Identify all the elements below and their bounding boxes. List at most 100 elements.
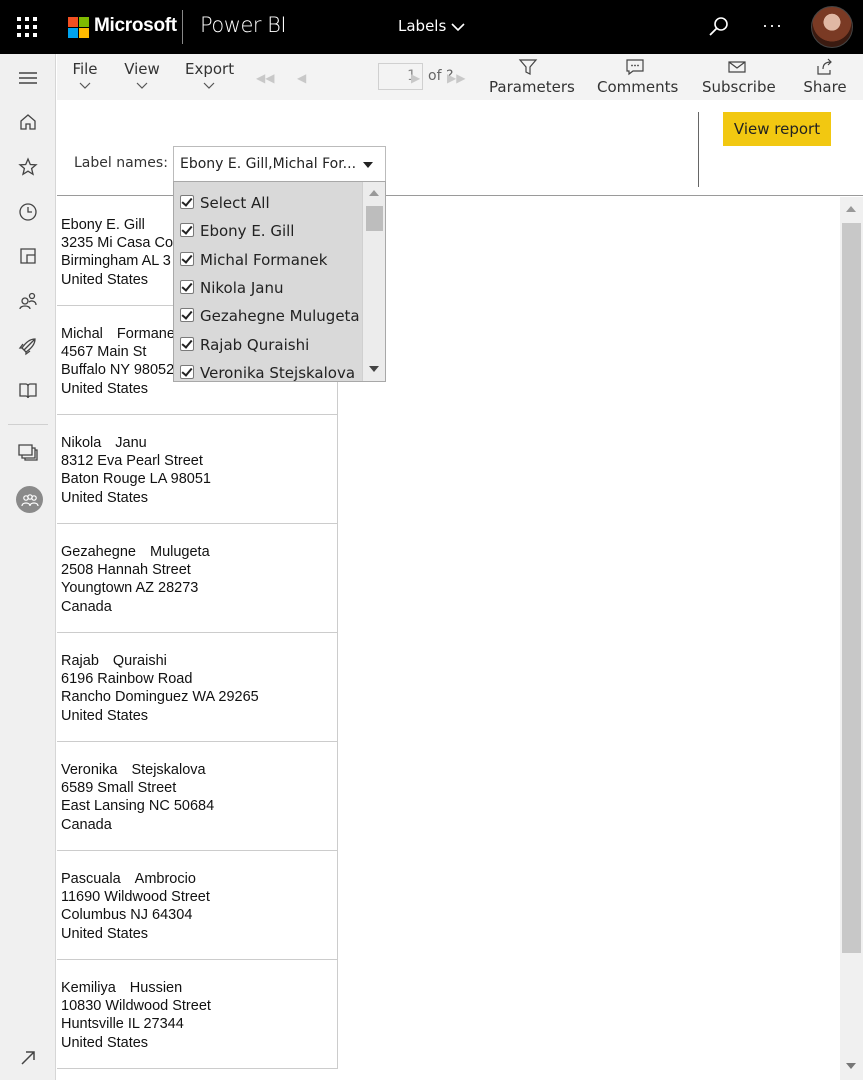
export-menu[interactable]: Export: [185, 60, 234, 90]
shared-icon[interactable]: [16, 289, 40, 313]
report-title[interactable]: Labels: [398, 17, 446, 35]
hamburger-icon[interactable]: [16, 66, 40, 90]
app-launcher-icon[interactable]: [17, 17, 37, 37]
command-bar: File View Export ◀◀ ◀ 1 of ? ▶ ▶▶ Parame…: [57, 54, 863, 100]
label-street: 6589 Small Street: [61, 780, 177, 797]
scroll-thumb[interactable]: [366, 206, 383, 231]
label-city: Youngtown AZ 28273: [61, 580, 199, 597]
book-icon[interactable]: [16, 379, 40, 403]
label-first-name: Rajab: [61, 653, 99, 669]
more-options-icon[interactable]: ···: [762, 15, 783, 36]
label-card: Gezahegne Mulugeta 2508 Hannah Street Young…: [57, 524, 337, 633]
option-item[interactable]: Nikola Janu: [174, 271, 364, 299]
clock-icon[interactable]: [16, 200, 40, 224]
file-menu-label: File: [72, 60, 98, 78]
label-street: 10830 Wildwood Street: [61, 998, 211, 1015]
checkbox-checked-icon[interactable]: [180, 364, 194, 379]
option-item[interactable]: Veronika Stejskalova: [174, 356, 364, 382]
scroll-up-icon[interactable]: [369, 190, 379, 196]
chevron-down-icon: [136, 82, 148, 89]
chevron-down-icon[interactable]: [450, 19, 466, 35]
checkbox-checked-icon[interactable]: [180, 223, 194, 238]
label-city: Rancho Dominguez WA 29265: [61, 689, 259, 706]
label-first-name: Gezahegne: [61, 544, 136, 560]
subscribe-button[interactable]: Subscribe: [702, 58, 776, 96]
product-name[interactable]: Power BI: [200, 13, 287, 37]
option-label: Nikola Janu: [200, 278, 284, 297]
first-page-icon[interactable]: ◀◀: [256, 71, 274, 85]
view-menu[interactable]: View: [124, 60, 160, 90]
expand-icon[interactable]: [16, 1046, 40, 1070]
mail-icon: [728, 61, 746, 73]
last-page-icon[interactable]: ▶▶: [447, 71, 465, 85]
label-city: East Lansing NC 50684: [61, 798, 215, 815]
label-first-name: Pascuala: [61, 871, 121, 887]
checkbox-checked-icon[interactable]: [180, 308, 194, 323]
label-name: Veronika Stejskalova: [61, 761, 337, 779]
workspace-avatar-icon[interactable]: [16, 486, 43, 513]
checkbox-checked-icon[interactable]: [180, 336, 194, 351]
scroll-thumb[interactable]: [842, 223, 861, 953]
subscribe-label: Subscribe: [702, 78, 776, 96]
share-label: Share: [803, 78, 847, 96]
checkbox-checked-icon[interactable]: [180, 251, 194, 266]
label-street: 11690 Wildwood Street: [61, 889, 210, 906]
scroll-down-icon[interactable]: [369, 366, 379, 372]
label-country: Canada: [61, 816, 112, 833]
report-scrollbar[interactable]: [840, 197, 863, 1080]
microsoft-logo-icon: [68, 17, 89, 38]
comments-button[interactable]: Comments: [597, 58, 678, 96]
next-page-icon[interactable]: ▶: [411, 71, 420, 85]
option-item[interactable]: Rajab Quraishi: [174, 328, 364, 356]
label-country: United States: [61, 707, 149, 724]
nav-rail: [0, 54, 56, 1080]
previous-page-icon[interactable]: ◀: [297, 71, 306, 85]
parameters-button[interactable]: Parameters: [489, 58, 575, 96]
avatar[interactable]: [811, 6, 853, 48]
option-label: Veronika Stejskalova: [200, 363, 356, 382]
caret-down-icon: [363, 162, 373, 168]
label-card: Pascuala Ambrocio 11690 Wildwood Street Col…: [57, 851, 337, 960]
label-street: 6196 Rainbow Road: [61, 671, 193, 688]
label-last-name: Formane: [116, 326, 175, 342]
rocket-icon[interactable]: [16, 334, 40, 358]
home-icon[interactable]: [16, 110, 40, 134]
checkbox-checked-icon[interactable]: [180, 279, 194, 294]
filter-icon: [518, 59, 538, 75]
label-card: Nikola Janu 8312 Eva Pearl Street Baton Rou…: [57, 415, 337, 524]
star-icon[interactable]: [16, 155, 40, 179]
options-scrollbar[interactable]: [362, 182, 385, 381]
label-last-name: Hussien: [129, 980, 183, 996]
option-item[interactable]: Michal Formanek: [174, 243, 364, 271]
chevron-down-icon: [79, 82, 91, 89]
label-first-name: Nikola: [61, 435, 102, 451]
search-icon[interactable]: [708, 16, 730, 38]
checkbox-checked-icon[interactable]: [180, 195, 194, 209]
file-menu[interactable]: File: [72, 60, 98, 90]
parameters-label: Parameters: [489, 78, 575, 96]
label-last-name: Stejskalova: [131, 762, 206, 778]
option-select-all[interactable]: Select All: [174, 186, 364, 214]
label-names-dropdown[interactable]: Ebony E. Gill,Michal For...: [173, 146, 386, 182]
view-report-button[interactable]: View report: [723, 112, 831, 146]
label-card: Kemiliya Hussien 10830 Wildwood Street Hunt…: [57, 960, 337, 1069]
label-city: Columbus NJ 64304: [61, 907, 193, 924]
apps-icon[interactable]: [16, 244, 40, 268]
option-item[interactable]: Gezahegne Mulugeta: [174, 299, 364, 327]
label-first-name: Kemiliya: [61, 980, 116, 996]
workspaces-icon[interactable]: [16, 440, 40, 464]
label-street: 2508 Hannah Street: [61, 562, 191, 579]
label-last-name: Ambrocio: [134, 871, 196, 887]
share-button[interactable]: Share: [802, 58, 848, 96]
scroll-up-icon[interactable]: [846, 206, 856, 212]
share-icon: [817, 58, 832, 75]
option-item[interactable]: Ebony E. Gill: [174, 214, 364, 242]
option-label: Michal Formanek: [200, 250, 328, 269]
scroll-down-icon[interactable]: [846, 1063, 856, 1069]
label-card: Veronika Stejskalova 6589 Small Street East…: [57, 742, 337, 851]
option-label: Rajab Quraishi: [200, 335, 310, 354]
label-country: United States: [61, 925, 149, 942]
top-bar: Microsoft Power BI Labels ···: [0, 0, 863, 54]
label-name: Rajab Quraishi: [61, 652, 337, 670]
label-street: 8312 Eva Pearl Street: [61, 453, 203, 470]
